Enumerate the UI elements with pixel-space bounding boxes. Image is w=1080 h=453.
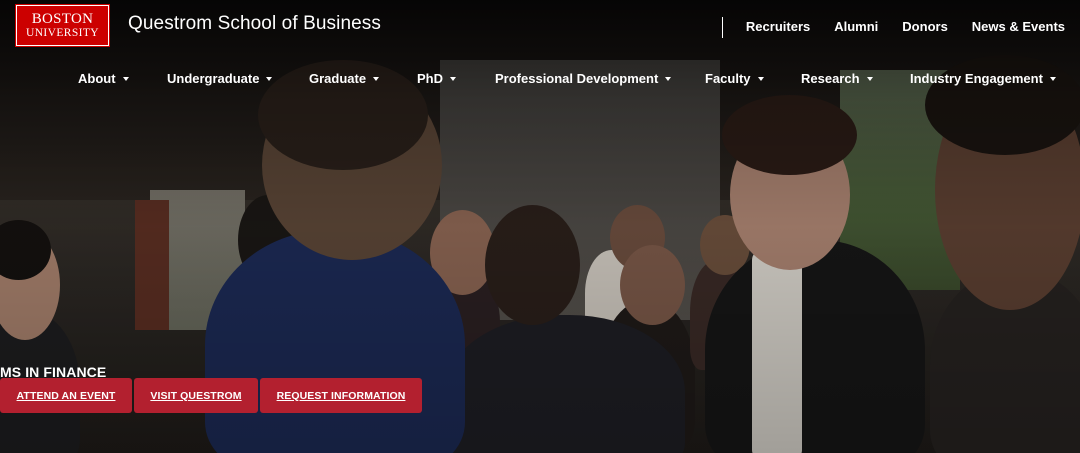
nav-item-research[interactable]: Research <box>801 71 873 86</box>
caret-down-icon <box>450 76 456 81</box>
bu-logo[interactable]: BOSTON UNIVERSITY <box>15 4 110 47</box>
request-information-button[interactable]: REQUEST INFORMATION <box>260 378 422 413</box>
utility-link-alumni[interactable]: Alumni <box>834 19 878 34</box>
nav-item-professional-development[interactable]: Professional Development <box>495 71 672 86</box>
nav-item-label: Professional Development <box>495 71 659 86</box>
nav-item-label: Undergraduate <box>167 71 260 86</box>
attend-event-button[interactable]: ATTEND AN EVENT <box>0 378 132 413</box>
nav-item-undergraduate[interactable]: Undergraduate <box>167 71 273 86</box>
caret-down-icon <box>266 76 273 81</box>
cta-button-group: ATTEND AN EVENT VISIT QUESTROM REQUEST I… <box>0 378 422 413</box>
caret-down-icon <box>866 76 873 81</box>
caret-down-icon <box>1049 76 1056 81</box>
caret-down-icon <box>373 76 380 81</box>
nav-item-label: About <box>78 71 116 86</box>
caret-down-icon <box>122 76 129 81</box>
nav-item-label: PhD <box>417 71 443 86</box>
nav-item-phd[interactable]: PhD <box>417 71 456 86</box>
nav-item-label: Faculty <box>705 71 751 86</box>
logo-line-1: BOSTON <box>31 10 94 27</box>
nav-item-label: Graduate <box>309 71 367 86</box>
nav-item-label: Industry Engagement <box>910 71 1043 86</box>
caret-down-icon <box>757 76 764 81</box>
utility-link-recruiters[interactable]: Recruiters <box>746 19 810 34</box>
school-name[interactable]: Questrom School of Business <box>128 13 381 35</box>
nav-item-graduate[interactable]: Graduate <box>309 71 380 86</box>
main-nav: About Undergraduate Graduate PhD Profess… <box>0 71 1080 89</box>
visit-questrom-button[interactable]: VISIT QUESTROM <box>134 378 258 413</box>
caret-down-icon <box>665 76 672 81</box>
logo-line-2: UNIVERSITY <box>26 26 99 39</box>
utility-link-news-events[interactable]: News & Events <box>972 19 1065 34</box>
nav-item-label: Research <box>801 71 860 86</box>
nav-item-industry-engagement[interactable]: Industry Engagement <box>910 71 1056 86</box>
utility-nav: Recruiters Alumni Donors News & Events <box>722 19 1065 34</box>
nav-item-about[interactable]: About <box>78 71 129 86</box>
utility-link-donors[interactable]: Donors <box>902 19 948 34</box>
nav-item-faculty[interactable]: Faculty <box>705 71 764 86</box>
